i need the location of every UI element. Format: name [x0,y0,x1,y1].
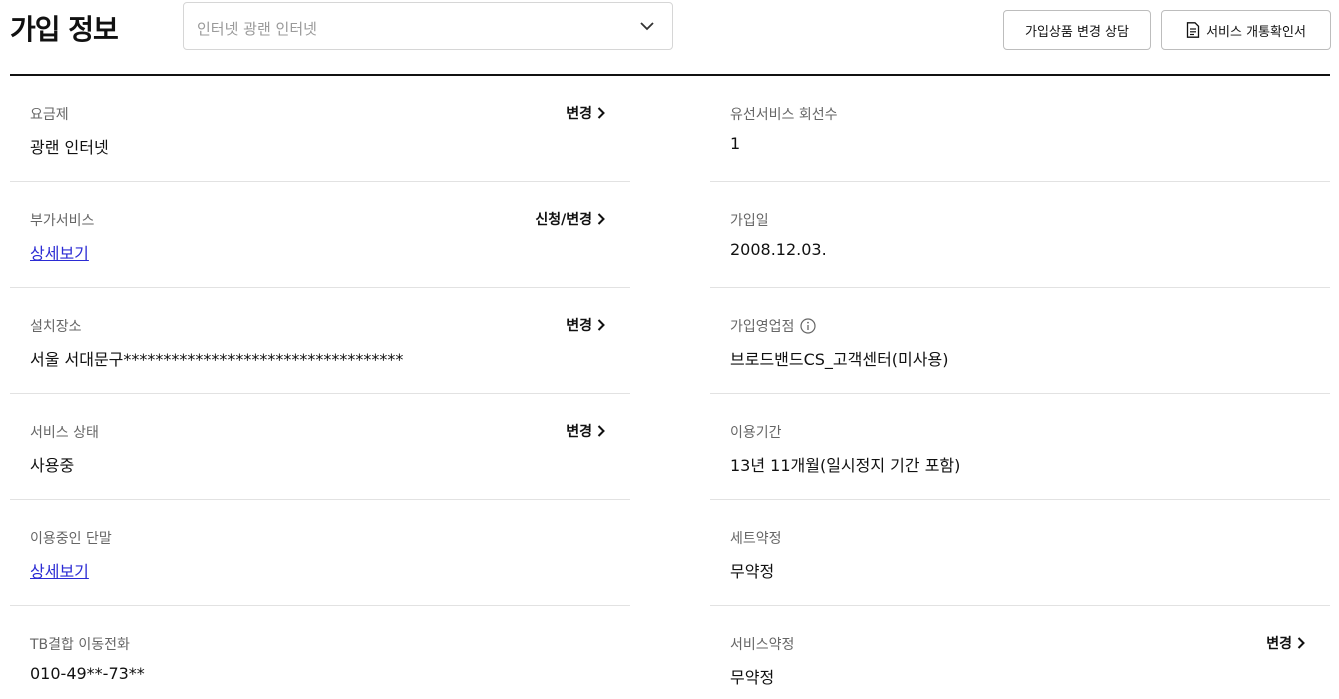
info-column-right: 유선서비스 회선수 1 가입일 2008.12.03. 가입영업점 브로드밴드C… [710,76,1330,699]
shop-value: 브로드밴드CS_고객센터(미사용) [730,350,949,369]
period-label: 이용기간 [730,425,782,441]
addon-detail-link[interactable]: 상세보기 [30,240,89,264]
device-detail-link[interactable]: 상세보기 [30,558,89,582]
lines-value: 1 [730,134,741,153]
service-contract-value: 무약정 [730,668,775,687]
info-row-join-date: 가입일 2008.12.03. [710,182,1330,288]
product-select[interactable]: 인터넷 광랜 인터넷 [183,2,673,50]
chevron-right-icon [597,425,605,437]
service-certificate-label: 서비스 개통확인서 [1206,24,1306,40]
product-change-consult-button[interactable]: 가입상품 변경 상담 [1003,10,1151,50]
info-icon[interactable] [800,318,817,334]
period-value: 13년 11개월(일시정지 기간 포함) [730,456,961,475]
info-row-status: 서비스 상태 변경 사용중 [10,394,630,500]
status-change-link[interactable]: 변경 [566,421,606,441]
mobile-label: TB결합 이동전화 [30,637,130,653]
shop-label-group: 가입영업점 [730,316,817,336]
plan-value: 광랜 인터넷 [30,138,109,157]
status-value: 사용중 [30,456,75,475]
device-label: 이용중인 단말 [30,531,112,547]
status-label: 서비스 상태 [30,425,99,441]
page-header: 가입 정보 인터넷 광랜 인터넷 가입상품 변경 상담 서비스 개통확인서 [10,0,1331,76]
plan-label: 요금제 [30,107,69,123]
info-row-plan: 요금제 변경 광랜 인터넷 [10,76,630,182]
chevron-right-icon [597,213,605,225]
join-date-value: 2008.12.03. [730,240,827,259]
service-contract-change-label: 변경 [1266,636,1292,652]
location-value: 서울 서대문구*********************************… [30,350,404,369]
location-label: 설치장소 [30,319,82,335]
chevron-down-icon [640,22,654,31]
addon-label: 부가서비스 [30,213,95,229]
info-row-location: 설치장소 변경 서울 서대문구*************************… [10,288,630,394]
addon-apply-change-link[interactable]: 신청/변경 [535,209,606,229]
service-contract-label: 서비스약정 [730,637,795,653]
service-certificate-button[interactable]: 서비스 개통확인서 [1161,10,1331,50]
product-change-consult-label: 가입상품 변경 상담 [1025,24,1129,40]
info-row-shop: 가입영업점 브로드밴드CS_고객센터(미사용) [710,288,1330,394]
status-change-label: 변경 [566,424,592,440]
info-column-left: 요금제 변경 광랜 인터넷 부가서비스 신청/변경 상세보기 설치장소 변경 서… [10,76,630,699]
set-contract-label: 세트약정 [730,531,782,547]
shop-label: 가입영업점 [730,319,795,335]
info-row-period: 이용기간 13년 11개월(일시정지 기간 포함) [710,394,1330,500]
service-contract-change-link[interactable]: 변경 [1266,633,1306,653]
info-row-addon: 부가서비스 신청/변경 상세보기 [10,182,630,288]
chevron-right-icon [597,319,605,331]
join-date-label: 가입일 [730,213,769,229]
info-row-device: 이용중인 단말 상세보기 [10,500,630,606]
plan-change-link[interactable]: 변경 [566,103,606,123]
lines-label: 유선서비스 회선수 [730,107,838,123]
set-contract-value: 무약정 [730,562,775,581]
info-row-mobile: TB결합 이동전화 010-49**-73** [10,606,630,699]
mobile-value: 010-49**-73** [30,664,145,683]
chevron-right-icon [597,107,605,119]
info-row-set-contract: 세트약정 무약정 [710,500,1330,606]
info-row-lines: 유선서비스 회선수 1 [710,76,1330,182]
info-row-service-contract: 서비스약정 변경 무약정 [710,606,1330,699]
location-change-label: 변경 [566,318,592,334]
document-icon [1186,22,1200,38]
page-title: 가입 정보 [10,13,119,46]
addon-apply-change-label: 신청/변경 [535,212,592,228]
location-change-link[interactable]: 변경 [566,315,606,335]
plan-change-label: 변경 [566,106,592,122]
chevron-right-icon [1297,637,1305,649]
product-select-value: 인터넷 광랜 인터넷 [197,20,317,38]
